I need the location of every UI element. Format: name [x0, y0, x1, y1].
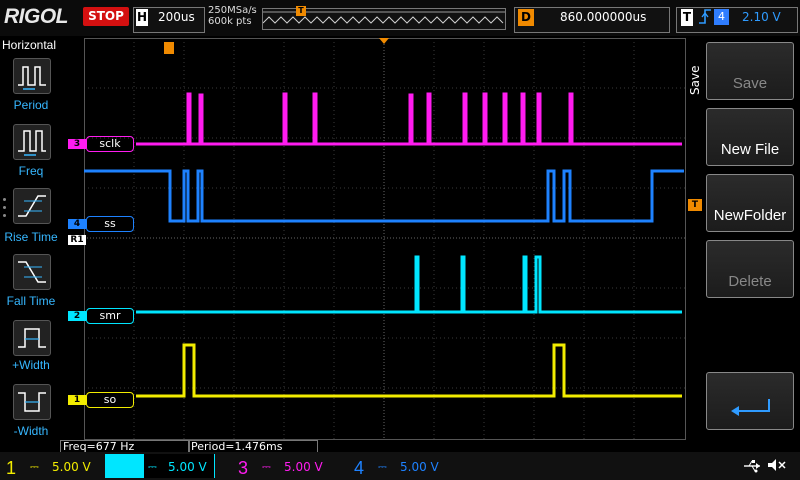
menu-page-dot	[3, 198, 6, 201]
fall-time-icon	[18, 261, 46, 283]
new-file-button-label: New File	[720, 141, 780, 158]
dc-coupling-icon: ⎓	[378, 460, 387, 473]
period-measure-icon	[18, 66, 46, 90]
positive-width-label: +Width	[12, 358, 50, 372]
left-menu-title: Horizontal	[2, 38, 57, 52]
return-arrow-icon	[731, 399, 770, 416]
menu-page-dot	[3, 206, 6, 209]
usb-icon	[742, 458, 762, 477]
trigger-position-marker: T	[296, 6, 306, 16]
run-stop-status[interactable]: STOP	[83, 7, 129, 26]
positive-width-button[interactable]	[13, 320, 51, 356]
rise-time-label: Rise Time	[4, 230, 58, 244]
ch3-scale[interactable]: 5.00 V	[284, 460, 323, 474]
negative-width-button[interactable]	[13, 384, 51, 420]
freq-label: Freq	[18, 164, 44, 178]
ch2-number[interactable]: 2	[120, 458, 130, 479]
brand-logo: RIGOL	[4, 5, 69, 28]
ch3-number[interactable]: 3	[238, 458, 248, 479]
trigger-position-icon	[164, 42, 174, 54]
ch3-ground-marker[interactable]: 3	[68, 139, 86, 149]
delay-value: 860.000000us	[560, 10, 647, 24]
ref-marker[interactable]: R1	[68, 235, 86, 245]
fall-time-label: Fall Time	[6, 294, 56, 308]
ch4-label[interactable]: ss	[86, 216, 134, 232]
period-measure-button[interactable]	[13, 58, 51, 94]
ch4-scale[interactable]: 5.00 V	[400, 460, 439, 474]
ch1-label[interactable]: so	[86, 392, 134, 408]
new-folder-button[interactable]: NewFolder	[706, 174, 794, 232]
sample-rate: 250MSa/s	[208, 5, 257, 16]
dc-coupling-icon: ⎓	[148, 460, 157, 473]
delay-letter: D	[518, 9, 534, 26]
ch2-ground-marker[interactable]: 2	[68, 311, 86, 321]
right-menu-title: Save	[688, 65, 702, 95]
save-button[interactable]: Save	[706, 42, 794, 100]
delete-button-label: Delete	[728, 273, 772, 290]
horizontal-letter: H	[136, 9, 148, 26]
delete-button[interactable]: Delete	[706, 240, 794, 298]
timebase-value: 200us	[158, 10, 195, 24]
fall-time-button[interactable]	[13, 254, 51, 290]
period-label: Period	[13, 98, 49, 112]
ch4-ground-marker[interactable]: 4	[68, 219, 86, 229]
new-folder-button-label: NewFolder	[713, 207, 787, 224]
trigger-source: 4	[714, 9, 729, 25]
ch3-label[interactable]: sclk	[86, 136, 134, 152]
return-button[interactable]	[706, 372, 794, 430]
trigger-level: 2.10 V	[742, 10, 781, 24]
freq-measure-button[interactable]	[13, 124, 51, 160]
waveform-display[interactable]	[84, 38, 686, 440]
trigger-level-marker[interactable]: T	[688, 199, 702, 211]
positive-width-icon	[18, 328, 46, 348]
dc-coupling-icon: ⎓	[30, 460, 39, 473]
rise-time-button[interactable]	[13, 188, 51, 224]
ch1-ground-marker[interactable]: 1	[68, 395, 86, 405]
ch2-label[interactable]: smr	[86, 308, 134, 324]
rising-edge-icon	[698, 8, 712, 29]
ch2-scale[interactable]: 5.00 V	[168, 460, 207, 474]
speaker-muted-icon[interactable]	[766, 457, 786, 477]
ch1-scale[interactable]: 5.00 V	[52, 460, 91, 474]
memory-depth: 600k pts	[208, 16, 252, 27]
menu-page-dot	[3, 214, 6, 217]
save-button-label: Save	[732, 75, 768, 92]
negative-width-icon	[18, 392, 46, 412]
trigger-letter: T	[681, 9, 693, 26]
new-file-button[interactable]: New File	[706, 108, 794, 166]
ch1-number[interactable]: 1	[6, 458, 16, 479]
dc-coupling-icon: ⎓	[262, 460, 271, 473]
rise-time-icon	[18, 195, 46, 217]
frequency-measure-icon	[18, 130, 46, 156]
ch4-number[interactable]: 4	[354, 458, 364, 479]
negative-width-label: -Width	[13, 424, 49, 438]
